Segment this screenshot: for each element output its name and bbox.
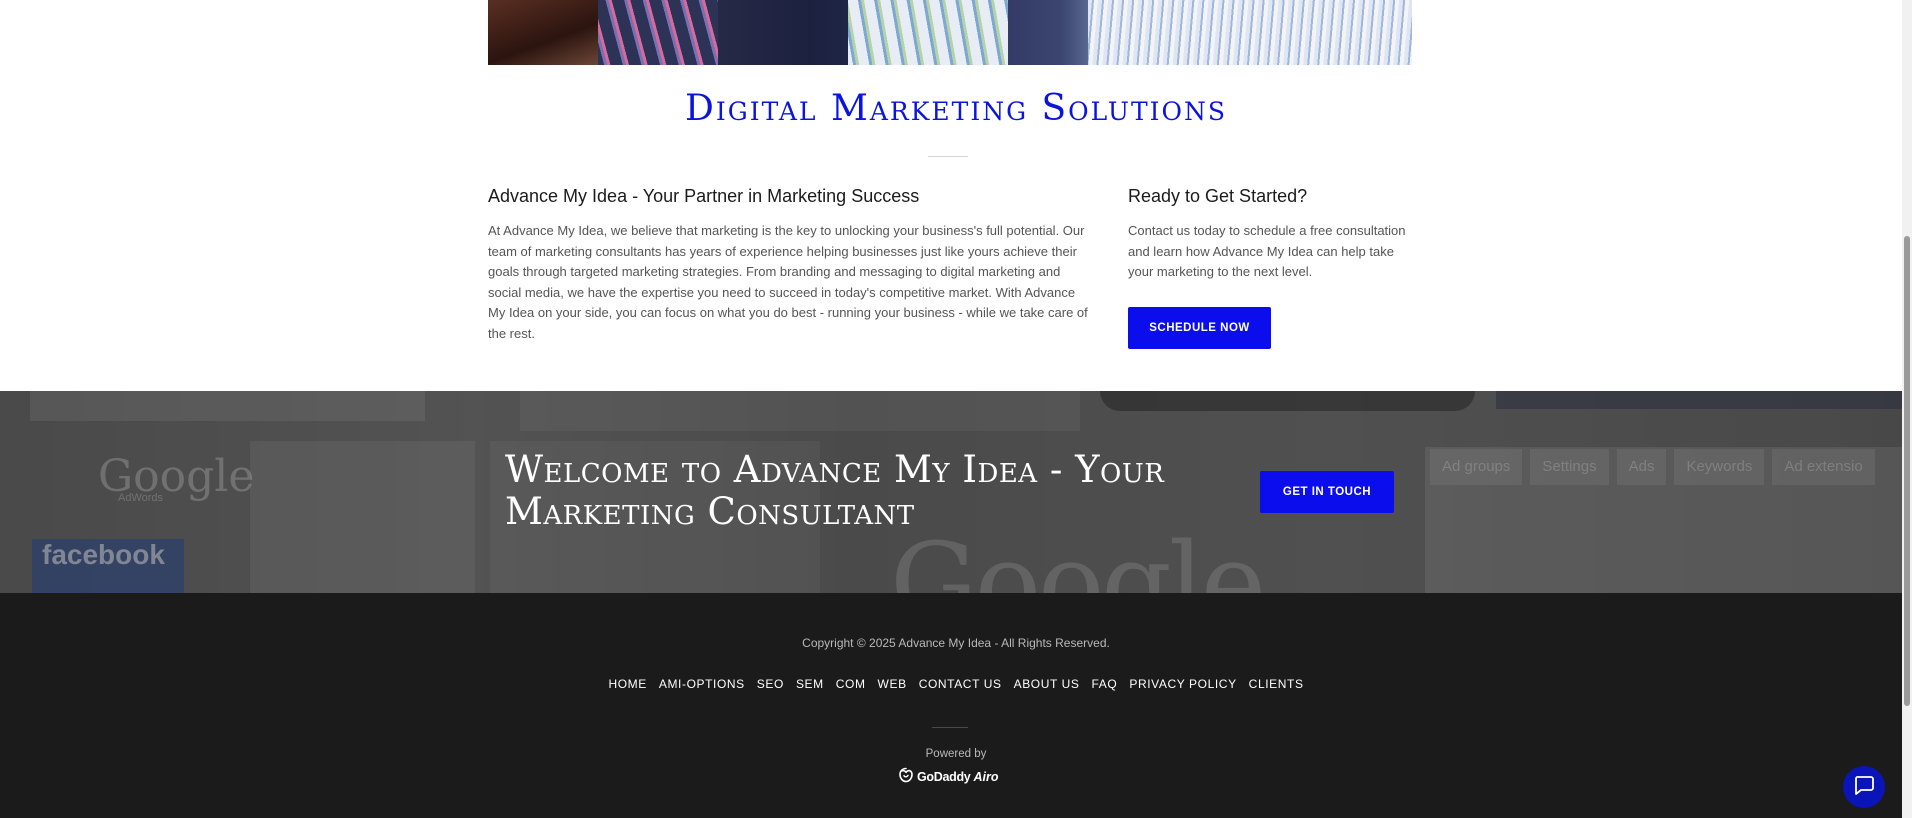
about-text: At Advance My Idea, we believe that mark… [488,223,1088,341]
footer-divider [932,727,968,728]
scrollbar-thumb[interactable] [1904,236,1910,706]
footer-link-seo[interactable]: SEO [757,677,784,691]
footer-link-privacy-policy[interactable]: PRIVACY POLICY [1129,677,1236,691]
banner-title: Welcome to Advance My Idea - Your Market… [505,448,1165,533]
footer-link-home[interactable]: HOME [608,677,646,691]
schedule-now-button[interactable]: SCHEDULE NOW [1128,307,1271,349]
about-heading: Advance My Idea - Your Partner in Market… [488,186,920,206]
section-title: Digital Marketing Solutions [684,88,1227,129]
about-column: Advance My Idea - Your Partner in Market… [488,186,1093,344]
footer-link-ami-options[interactable]: AMI-OPTIONS [659,677,745,691]
godaddy-brand-text: GoDaddy [917,770,971,784]
section-divider [928,156,968,157]
footer-link-faq[interactable]: FAQ [1092,677,1118,691]
powered-by-text: Powered by [925,748,987,760]
page: Digital Marketing Solutions Advance My I… [0,0,1912,818]
godaddy-airo-link[interactable]: GoDaddy Airo [898,767,1002,788]
footer-link-sem[interactable]: SEM [796,677,824,691]
footer-link-contact-us[interactable]: CONTACT US [919,677,1002,691]
cta-text: Contact us today to schedule a free cons… [1128,223,1406,279]
footer-link-com[interactable]: COM [836,677,866,691]
get-in-touch-button[interactable]: GET IN TOUCH [1260,471,1394,513]
hero-image [488,0,1412,65]
cta-heading: Ready to Get Started? [1128,186,1308,206]
godaddy-logo-icon [898,767,914,788]
chat-button[interactable] [1843,766,1885,808]
airo-brand-text: Airo [973,770,999,784]
footer-nav: HOME AMI-OPTIONS SEO SEM COM WEB CONTACT… [0,677,1912,691]
footer-link-clients[interactable]: CLIENTS [1249,677,1304,691]
chat-bubble-icon [1852,773,1876,802]
copyright-text: Copyright © 2025 Advance My Idea - All R… [802,636,1110,650]
footer-link-web[interactable]: WEB [878,677,907,691]
cta-column: Ready to Get Started? Contact us today t… [1128,186,1412,283]
footer-link-about-us[interactable]: ABOUT US [1014,677,1080,691]
footer: Copyright © 2025 Advance My Idea - All R… [0,593,1912,818]
